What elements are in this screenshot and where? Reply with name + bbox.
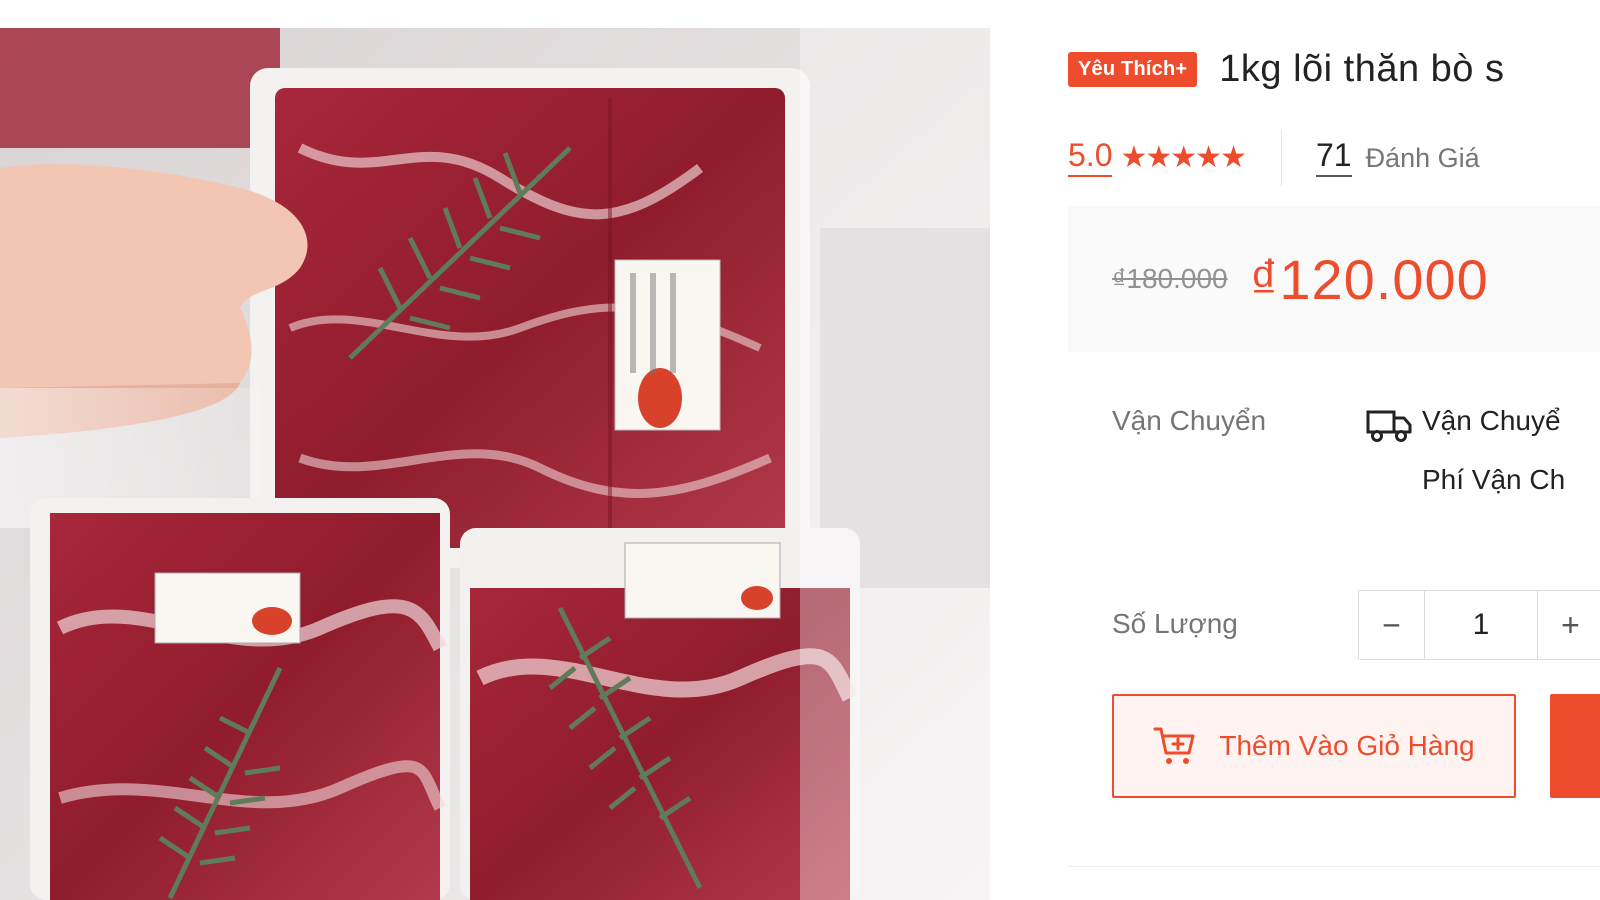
increase-quantity-button[interactable]: + [1537,591,1600,659]
add-to-cart-label: Thêm Vào Giỏ Hàng [1219,730,1475,761]
rating-row: 5.0 ★★★★★ 71 Đánh Giá [1068,130,1480,186]
section-divider [1068,866,1600,867]
product-info-panel: Yêu Thích+ 1kg lõi thăn bò s 5.0 ★★★★★ 7… [1068,0,1600,900]
quantity-stepper: − 1 + [1358,590,1600,660]
shipping-method[interactable]: Vận Chuyể [1422,405,1561,437]
truck-icon [1366,410,1412,442]
shipping-label: Vận Chuyển [1112,405,1267,436]
quantity-input[interactable]: 1 [1425,591,1537,659]
title-row: Yêu Thích+ 1kg lõi thăn bò s [1068,48,1505,91]
product-title: 1kg lõi thăn bò s [1219,48,1505,90]
decrease-quantity-button[interactable]: − [1359,591,1425,659]
sale-price: ₫120.000 [1249,247,1489,311]
product-image[interactable] [0,28,990,900]
price-box: ₫180.000 ₫120.000 [1068,206,1600,352]
star-rating-icon: ★★★★★ [1120,141,1246,174]
rating-score[interactable]: 5.0 [1068,139,1113,177]
rating-divider [1280,130,1282,186]
favorite-plus-badge: Yêu Thích+ [1068,52,1198,87]
original-price: ₫180.000 [1112,263,1228,294]
product-photo-graphic [0,28,990,900]
shipping-fee: Phí Vận Ch [1422,464,1566,495]
review-count-label: Đánh Giá [1365,142,1480,173]
add-to-cart-icon [1153,727,1195,764]
quantity-label: Số Lượng [1112,608,1238,639]
review-count[interactable]: 71 [1315,139,1352,177]
buy-now-button[interactable] [1550,694,1600,798]
add-to-cart-button[interactable]: Thêm Vào Giỏ Hàng [1112,694,1516,798]
